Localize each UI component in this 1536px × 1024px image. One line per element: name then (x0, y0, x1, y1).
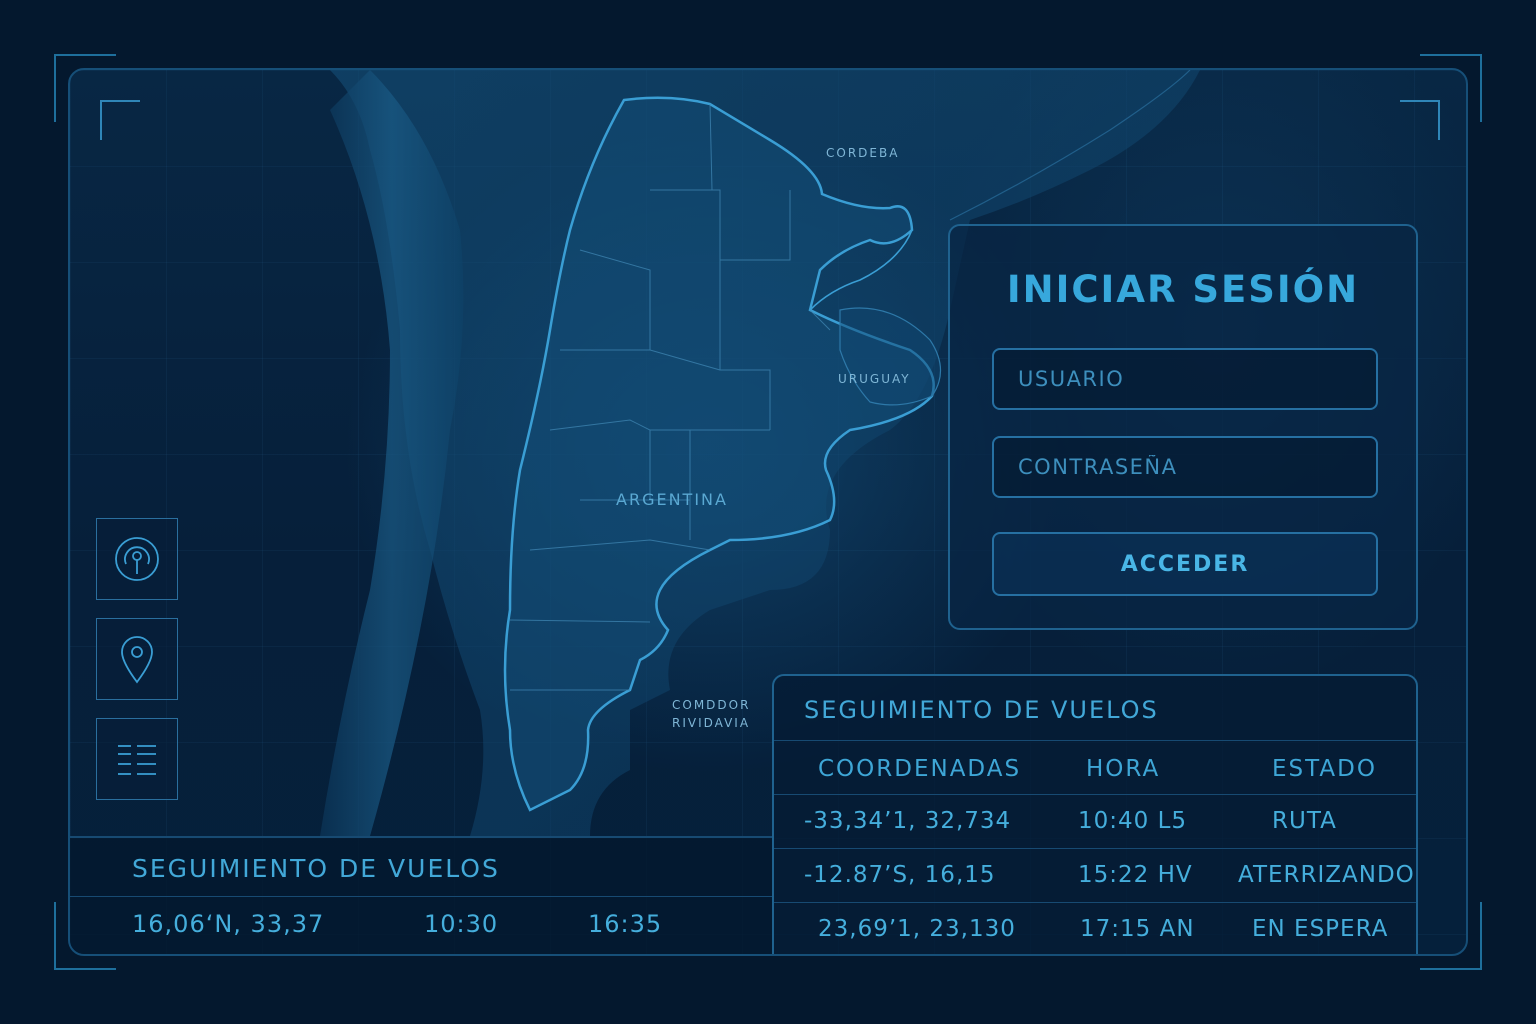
flight-tracking-strip-title: SEGUIMIENTO DE VUELOS (132, 854, 500, 883)
list-button[interactable] (96, 718, 178, 800)
location-button[interactable] (96, 618, 178, 700)
strip-time-1: 10:30 (424, 910, 499, 938)
map-label-argentina: ARGENTINA (616, 490, 728, 509)
row-time: 17:15 AN (1080, 916, 1195, 942)
flight-tracking-title: SEGUIMIENTO DE VUELOS (804, 696, 1159, 724)
row-coords: -12.87’S, 16,15 (804, 862, 996, 888)
row-coords: 23,69’1, 23,130 (818, 916, 1016, 942)
signal-icon (115, 537, 159, 581)
row-time: 15:22 HV (1078, 862, 1193, 888)
table-divider (774, 740, 1416, 741)
hud-screen: CORDEBA URUGUAY ARGENTINA COMDDOR RIVIDA… (0, 0, 1536, 1024)
row-time: 10:40 L5 (1078, 808, 1188, 834)
flight-tracking-strip: SEGUIMIENTO DE VUELOS 16,06‘N, 33,37 10:… (70, 836, 772, 954)
table-divider (774, 848, 1416, 849)
andes-ridge (320, 70, 464, 836)
row-status: ATERRIZANDO (1238, 862, 1415, 888)
list-icon (118, 745, 156, 775)
strip-divider (70, 896, 772, 897)
map-label-uruguay: URUGUAY (838, 372, 911, 386)
signal-button[interactable] (96, 518, 178, 600)
map-label-comodoro-2: RIVIDAVIA (672, 716, 751, 730)
login-panel: INICIAR SESIÓN ACCEDER (948, 224, 1418, 630)
map-label-comodoro-1: COMDDOR (672, 698, 751, 712)
row-status: EN ESPERA (1252, 916, 1389, 942)
row-status: RUTA (1272, 808, 1337, 834)
password-input[interactable] (992, 436, 1378, 498)
col-header-status: ESTADO (1272, 756, 1377, 782)
login-title: INICIAR SESIÓN (1006, 268, 1360, 311)
location-pin-icon (121, 636, 153, 684)
col-header-coords: COORDENADAS (818, 756, 1022, 782)
username-input[interactable] (992, 348, 1378, 410)
login-submit-button[interactable]: ACCEDER (992, 532, 1378, 596)
main-frame: CORDEBA URUGUAY ARGENTINA COMDDOR RIVIDA… (68, 68, 1468, 956)
strip-coords: 16,06‘N, 33,37 (132, 910, 325, 938)
inner-corner-top-right (1400, 100, 1440, 140)
strip-time-2: 16:35 (588, 910, 663, 938)
table-divider (774, 902, 1416, 903)
row-coords: -33,34’1, 32,734 (804, 808, 1012, 834)
map-label-cordoba: CORDEBA (826, 146, 900, 160)
col-header-time: HORA (1086, 756, 1161, 782)
flight-tracking-table: SEGUIMIENTO DE VUELOS COORDENADAS HORA E… (772, 674, 1418, 954)
table-divider (774, 794, 1416, 795)
inner-corner-top-left (100, 100, 140, 140)
